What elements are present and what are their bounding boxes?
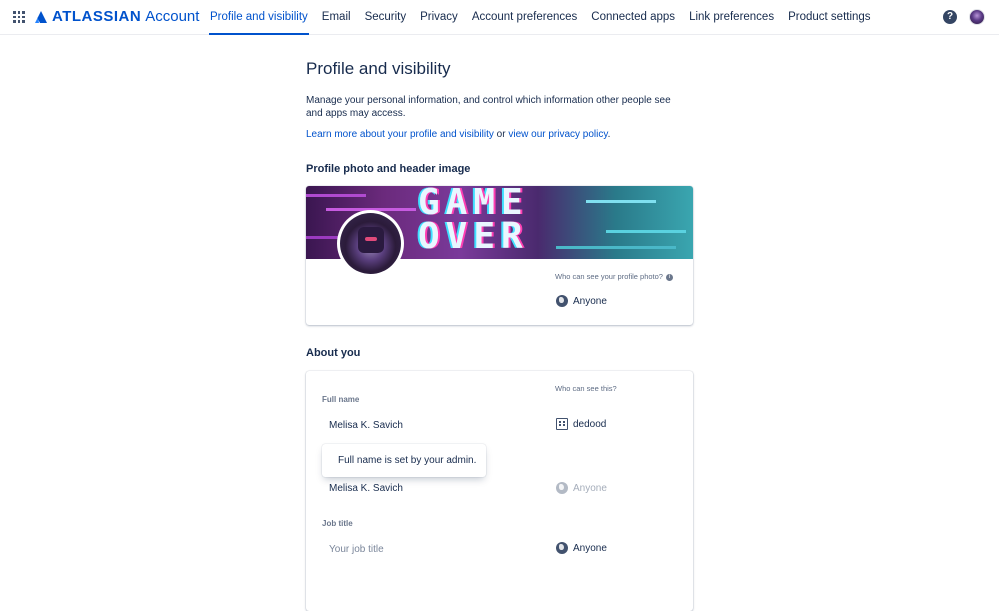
header-text-line1: GAME <box>418 186 529 223</box>
building-icon <box>556 418 568 430</box>
full-name-visibility-value: dedood <box>573 418 607 430</box>
atlassian-logo[interactable]: ATLASSIAN Account <box>34 8 199 25</box>
full-name-value[interactable]: Melisa K. Savich <box>329 420 403 431</box>
brand-name: ATLASSIAN <box>52 8 142 25</box>
avatar[interactable] <box>969 9 985 25</box>
photo-visibility-question-text: Who can see your profile photo? <box>555 272 663 281</box>
tab-email[interactable]: Email <box>315 0 358 35</box>
glitch-stripe <box>606 230 686 233</box>
photo-section-heading: Profile photo and header image <box>306 163 471 175</box>
tab-privacy[interactable]: Privacy <box>413 0 465 35</box>
product-name: Account <box>145 8 200 25</box>
tab-profile-and-visibility[interactable]: Profile and visibility <box>203 0 315 35</box>
about-section-heading: About you <box>306 347 361 359</box>
glitch-stripe <box>306 194 366 197</box>
glitch-stripe <box>556 246 676 249</box>
header-image-text: GAME OVER <box>418 186 529 257</box>
tab-product-settings[interactable]: Product settings <box>781 0 877 35</box>
admin-tooltip: Full name is set by your admin. <box>322 444 486 477</box>
photo-visibility-question: Who can see your profile photo? i <box>555 272 673 281</box>
globe-icon <box>556 295 568 307</box>
app-switcher-icon[interactable] <box>13 11 25 23</box>
learn-more-link[interactable]: Learn more about your profile and visibi… <box>306 129 494 140</box>
public-name-visibility-value: Anyone <box>573 482 607 494</box>
tab-account-preferences[interactable]: Account preferences <box>465 0 584 35</box>
info-icon[interactable]: i <box>665 273 673 281</box>
job-title-visibility[interactable]: Anyone <box>556 542 607 554</box>
tab-connected-apps[interactable]: Connected apps <box>584 0 682 35</box>
full-name-label: Full name <box>322 395 360 404</box>
globe-icon <box>556 542 568 554</box>
public-name-value[interactable]: Melisa K. Savich <box>329 483 403 494</box>
tab-security[interactable]: Security <box>358 0 414 35</box>
page-intro: Manage your personal information, and co… <box>306 95 671 119</box>
avatar-face <box>358 227 384 253</box>
help-icon[interactable]: ? <box>943 10 957 24</box>
glitch-stripe <box>586 200 656 203</box>
atlassian-mark-icon <box>35 10 47 23</box>
full-name-visibility[interactable]: dedood <box>556 418 606 430</box>
header-text-line2: OVER <box>418 216 529 257</box>
info-links: Learn more about your profile and visibi… <box>306 129 610 140</box>
photo-visibility-selector[interactable]: Anyone <box>556 295 607 307</box>
job-title-label: Job title <box>322 519 353 528</box>
tab-link-preferences[interactable]: Link preferences <box>682 0 781 35</box>
photo-visibility-value: Anyone <box>573 295 607 307</box>
nav-tabs: Profile and visibility Email Security Pr… <box>203 0 878 35</box>
privacy-policy-link[interactable]: view our privacy policy <box>508 129 607 140</box>
or-text: or <box>493 129 509 140</box>
profile-photo-image <box>340 213 401 274</box>
globe-icon <box>556 482 568 494</box>
who-can-see-label: Who can see this? <box>555 384 617 393</box>
public-name-visibility[interactable]: Anyone <box>556 482 607 494</box>
profile-photo[interactable] <box>337 210 404 277</box>
profile-photo-card: GAME OVER Who can see your profile photo… <box>306 186 693 325</box>
job-title-input[interactable]: Your job title <box>329 544 384 555</box>
period-text: . <box>607 129 611 140</box>
about-you-card: Who can see this? Full name Melisa K. Sa… <box>306 371 693 611</box>
page-title: Profile and visibility <box>306 59 451 78</box>
top-navigation: ATLASSIAN Account Profile and visibility… <box>0 0 999 35</box>
job-title-visibility-value: Anyone <box>573 542 607 554</box>
